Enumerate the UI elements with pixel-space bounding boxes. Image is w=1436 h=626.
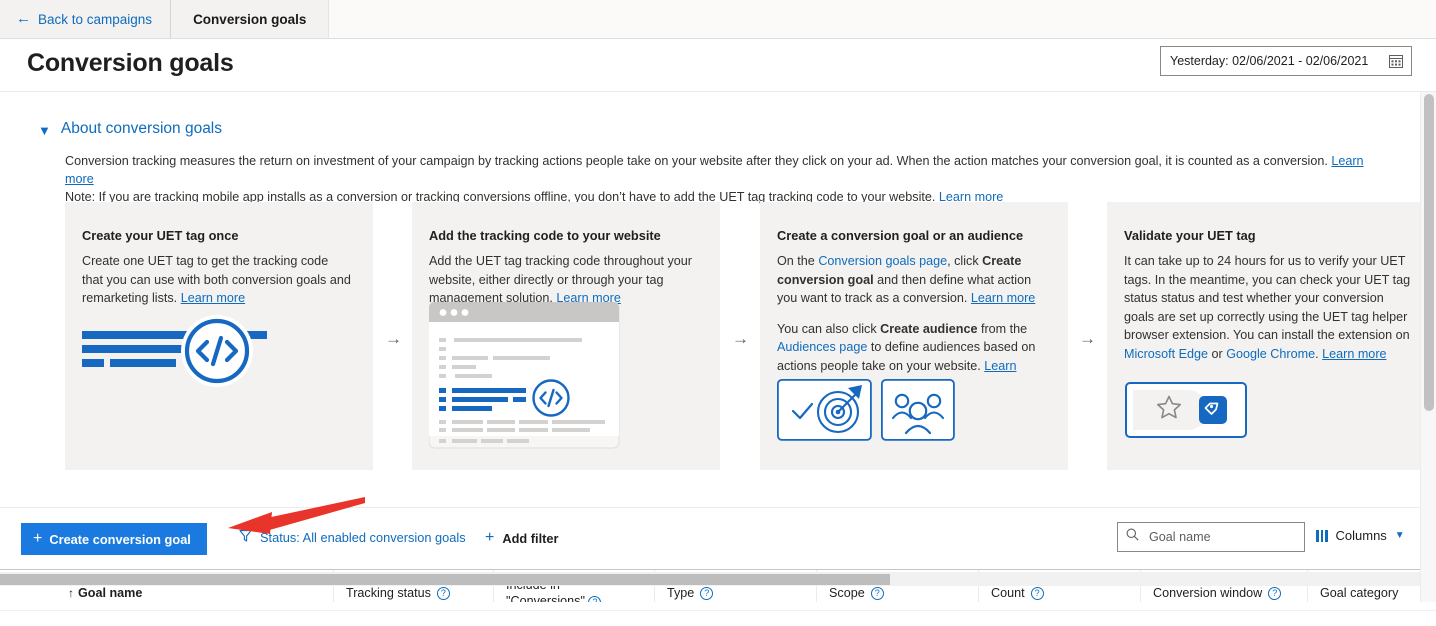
conversion-goals-page-link[interactable]: Conversion goals page [818,254,947,268]
date-range-value: Yesterday: 02/06/2021 - 02/06/2021 [1170,54,1369,68]
about-section-title: About conversion goals [60,120,223,137]
card-2-body: Add the UET tag tracking code throughout… [429,252,698,308]
target-and-audience-illustration [776,378,955,446]
card-4-text-b: or [1208,346,1227,361]
chevron-down-icon: ▼ [1394,530,1405,541]
columns-icon [1316,529,1328,542]
steps-card-row: Create your UET tag once Create one UET … [65,202,1420,470]
browser-extension-illustration [1125,382,1249,443]
card-3-title: Create a conversion goal or an audience [777,228,1024,243]
uet-tag-code-illustration [82,307,272,402]
card-3-paragraph-1: On the Conversion goals page, click Crea… [777,252,1046,308]
tab-strip-filler [328,0,1436,38]
back-to-campaigns-label: Back to campaigns [38,11,153,27]
card-validate-uet-tag: Validate your UET tag It can take up to … [1107,202,1420,470]
column-header-count-label: Count [991,586,1025,600]
microsoft-edge-link[interactable]: Microsoft Edge [1124,347,1208,361]
plus-icon: + [33,530,43,547]
window-bottom-edge [0,610,1436,626]
card-1-learn-more-link[interactable]: Learn more [181,291,245,305]
help-icon[interactable]: ? [1030,586,1044,600]
back-to-campaigns-link[interactable]: ← Back to campaigns [0,0,172,38]
page-title: Conversion goals [27,49,234,77]
top-tab-strip: ← Back to campaigns Conversion goals [0,0,1436,39]
sort-ascending-icon: ↑ [68,586,74,600]
step-arrow-3: → [1079,329,1096,348]
about-intro-text: Conversion tracking measures the return … [65,152,1395,206]
column-header-type-label: Type [667,586,695,600]
status-filter-label: Status: All enabled conversion goals [260,529,466,545]
search-icon [1126,528,1139,546]
vertical-scrollbar-thumb[interactable] [1424,94,1434,411]
card-1-body: Create one UET tag to get the tracking c… [82,252,351,308]
card-3-body: On the Conversion goals page, click Crea… [777,252,1046,394]
card-add-tracking-code: Add the tracking code to your website Ad… [412,202,720,470]
page-root: ← Back to campaigns Conversion goals Con… [0,0,1436,626]
card-create-goal-or-audience: Create a conversion goal or an audience … [760,202,1068,470]
card-4-text: It can take up to 24 hours for us to ver… [1124,254,1411,343]
audiences-page-link[interactable]: Audiences page [777,340,867,354]
column-header-goal-name-label: Goal name [78,586,143,600]
help-icon[interactable]: ? [700,586,714,600]
columns-button[interactable]: Columns ▼ [1316,528,1405,543]
card-4-body: It can take up to 24 hours for us to ver… [1124,252,1413,364]
vertical-scrollbar[interactable] [1420,92,1436,602]
step-arrow-1: → [385,329,402,348]
calendar-icon [1389,54,1403,68]
column-header-scope-label: Scope [829,586,865,600]
add-filter-label: Add filter [502,530,559,546]
page-header: Conversion goals Yesterday: 02/06/2021 -… [0,39,1436,92]
help-icon[interactable]: ? [436,586,450,600]
create-conversion-goal-label: Create conversion goal [49,531,191,547]
card-3-p2-bold: Create audience [880,321,978,336]
card-3-p1-b: , click [947,254,983,268]
goal-name-search[interactable] [1117,522,1305,552]
funnel-icon [239,529,252,545]
search-input[interactable] [1147,529,1296,545]
column-header-conversions-label: "Conversions" [506,594,585,602]
tab-conversion-goals-label: Conversion goals [193,11,307,27]
add-filter-button[interactable]: + Add filter [485,529,559,547]
column-header-tracking-status-label: Tracking status [346,586,431,600]
card-3-p2-a: You can also click [777,321,881,336]
tab-conversion-goals[interactable]: Conversion goals [171,0,329,38]
google-chrome-link[interactable]: Google Chrome [1226,347,1315,361]
column-header-goal-category-label: Goal category [1320,586,1399,600]
goals-toolbar: + Create conversion goal Status: All ena… [0,507,1420,569]
step-arrow-2: → [732,329,749,348]
about-conversion-goals-toggle[interactable]: ▼ About conversion goals [38,120,222,138]
card-4-learn-more-link[interactable]: Learn more [1322,347,1386,361]
help-icon[interactable]: ? [588,596,602,602]
card-create-uet-tag: Create your UET tag once Create one UET … [65,202,373,470]
browser-window-code-illustration [428,301,621,455]
status-filter-chip[interactable]: Status: All enabled conversion goals [239,529,466,545]
date-range-picker[interactable]: Yesterday: 02/06/2021 - 02/06/2021 [1160,46,1412,76]
help-icon[interactable]: ? [870,586,884,600]
columns-label: Columns [1335,528,1387,543]
card-2-title: Add the tracking code to your website [429,228,661,243]
card-3-learn-more-link-1[interactable]: Learn more [971,291,1035,305]
arrow-left-icon: ← [16,9,31,27]
plus-icon: + [485,529,495,546]
column-header-conversion-window-label: Conversion window [1153,586,1263,600]
intro-p1-text: Conversion tracking measures the return … [65,154,1332,168]
page-body: ▼ About conversion goals Conversion trac… [0,92,1420,602]
chevron-down-icon: ▼ [38,122,51,138]
horizontal-scrollbar[interactable] [0,572,1420,586]
card-3-p1-a: On the [777,254,819,268]
card-1-title: Create your UET tag once [82,228,239,243]
card-3-p2-b: from the [977,321,1028,336]
create-conversion-goal-button[interactable]: + Create conversion goal [21,523,207,555]
intro-paragraph-1: Conversion tracking measures the return … [65,152,1395,188]
horizontal-scrollbar-thumb[interactable] [0,574,890,585]
card-4-title: Validate your UET tag [1124,228,1256,243]
help-icon[interactable]: ? [1268,586,1282,600]
